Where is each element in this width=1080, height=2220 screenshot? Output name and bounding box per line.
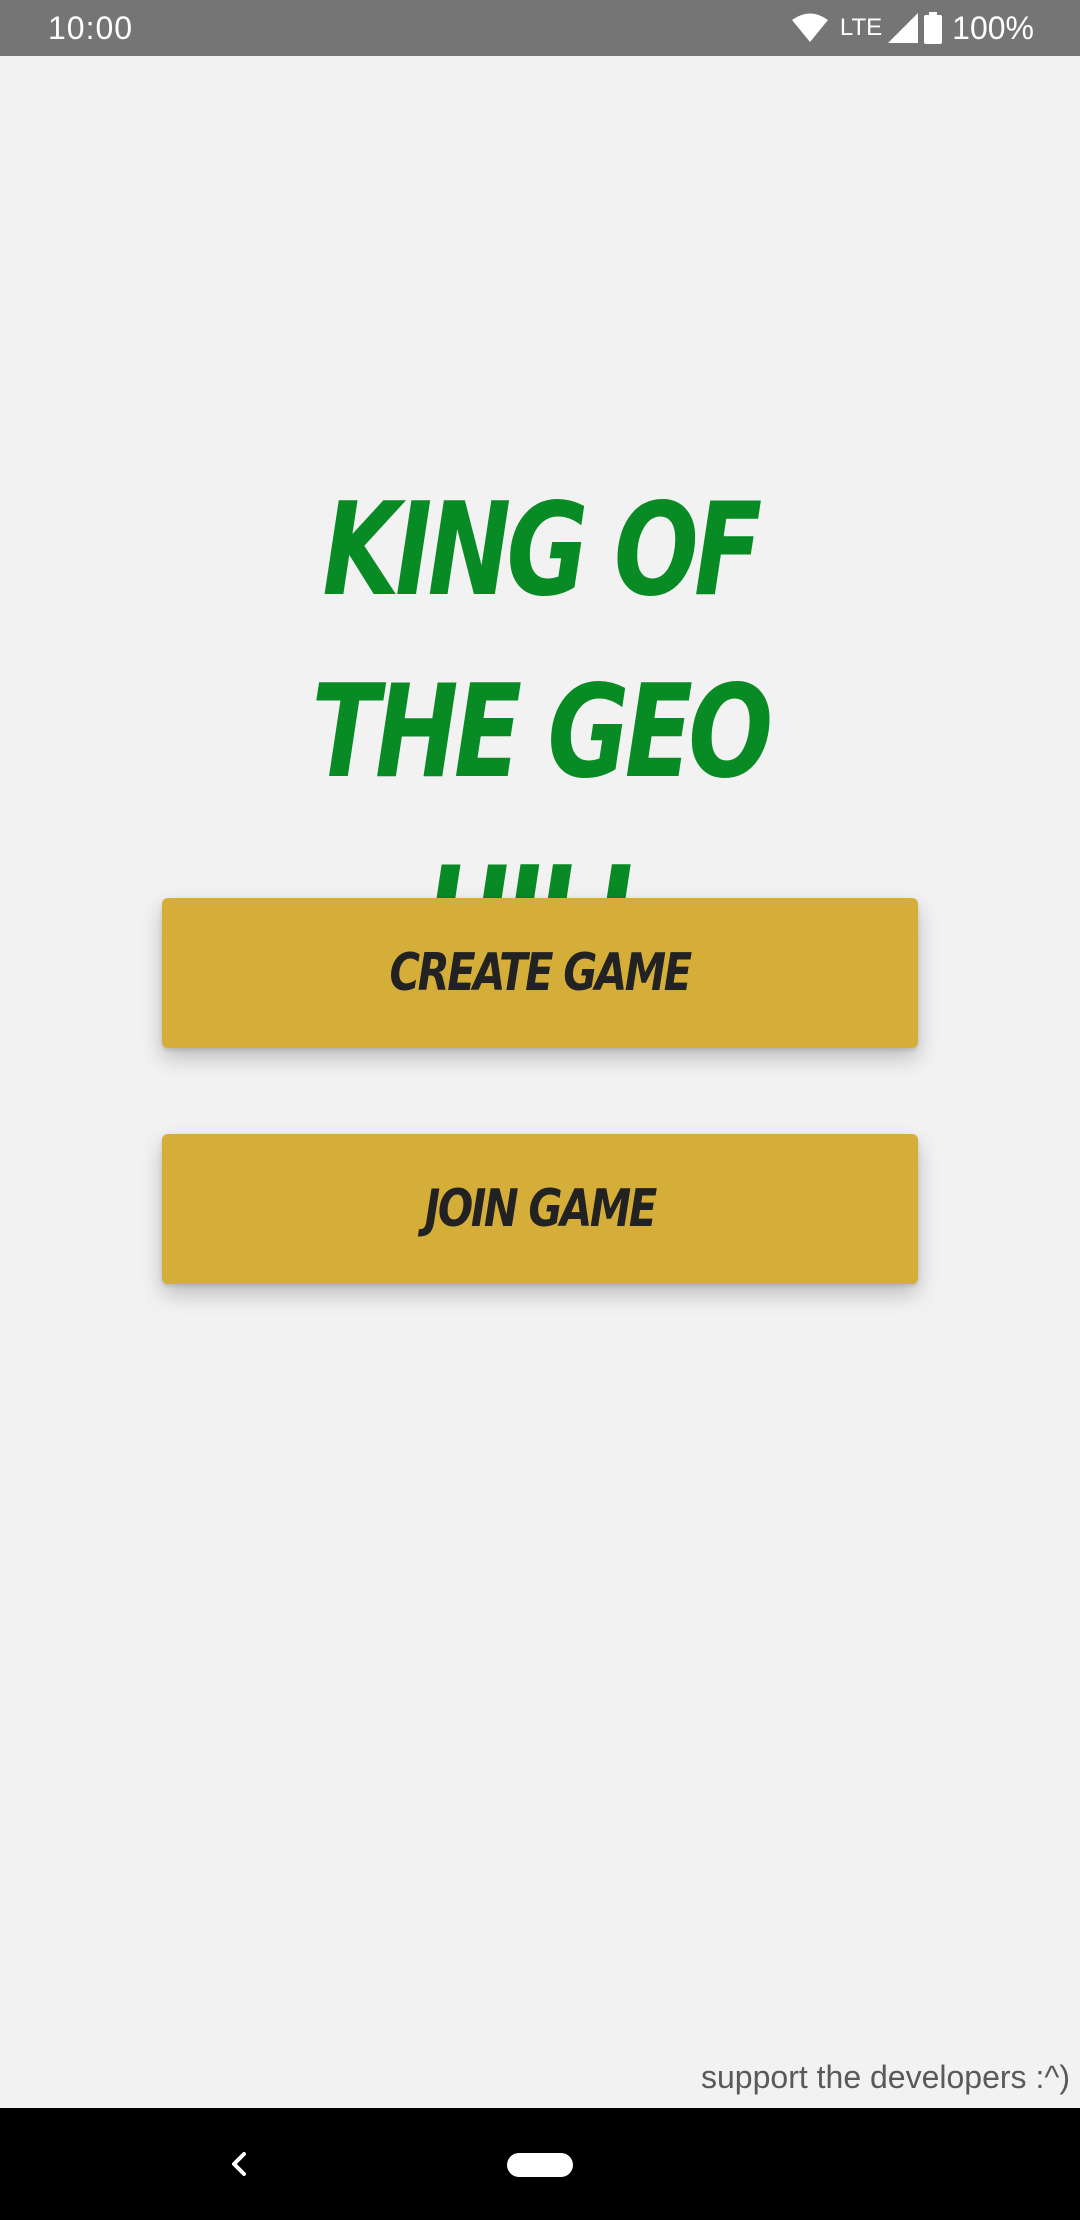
network-type-label: LTE [839,14,883,41]
cell-signal-icon [888,13,919,43]
wifi-icon [791,13,828,43]
back-icon[interactable] [220,2144,260,2184]
join-game-button[interactable]: Join Game [162,1134,918,1284]
battery-percent: 100% [952,10,1034,46]
status-time: 10:00 [48,10,134,46]
status-icons: LTE 100% [791,8,1034,48]
support-developers-link[interactable]: support the developers :^) [701,2055,1070,2099]
create-game-button[interactable]: Create Game [162,898,918,1048]
join-game-label: Join Game [424,1179,658,1239]
status-bar: 10:00 LTE 100% [0,0,1080,56]
battery-icon [924,12,943,44]
create-game-label: Create Game [389,943,693,1003]
home-pill-icon[interactable] [507,2153,573,2177]
navigation-bar [0,2108,1080,2220]
